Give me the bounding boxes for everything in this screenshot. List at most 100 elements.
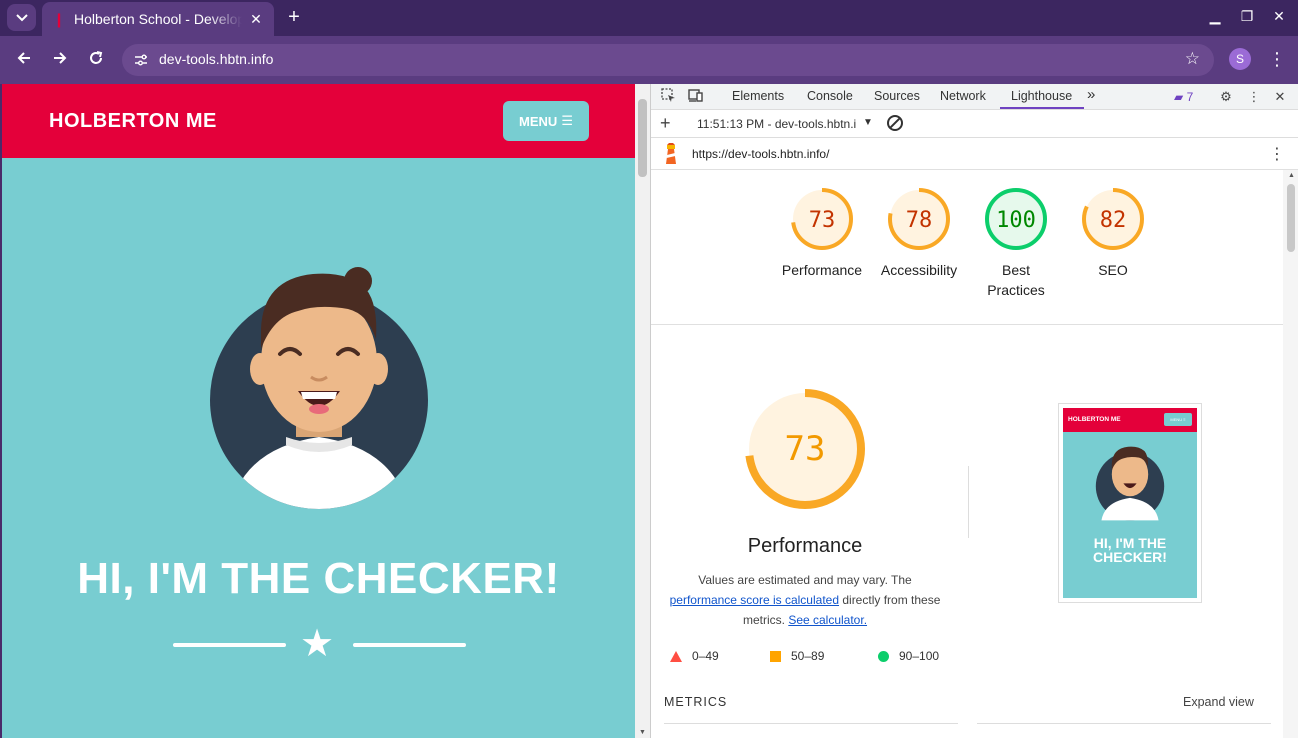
browser-menu-icon[interactable]: ⋮ <box>1268 48 1286 70</box>
menu-label: MENU <box>519 113 558 129</box>
score-gauge-seo[interactable]: 82 SEO <box>1068 186 1158 280</box>
page-scrollbar-thumb[interactable] <box>638 99 647 177</box>
back-button[interactable] <box>12 48 36 72</box>
clear-reports-icon[interactable] <box>887 115 903 131</box>
tab-sources[interactable]: Sources <box>874 89 920 103</box>
score-ring-accessibility: 78 <box>888 188 950 250</box>
triangle-icon <box>670 650 682 662</box>
new-tab-button[interactable]: + <box>282 6 306 30</box>
arrow-left-icon <box>17 52 30 64</box>
divider-line-right <box>353 643 466 647</box>
lighthouse-report: 73 Performance 78 Accessibility 100 Best Prac… <box>651 170 1283 738</box>
tab-search-button[interactable] <box>7 4 36 31</box>
final-screenshot-thumbnail[interactable]: HOLBERTON ME MENU ≡ HI, I'M THE CHECKER! <box>1058 403 1202 603</box>
close-devtools-icon[interactable]: ✕ <box>1271 88 1289 106</box>
score-value-seo: 82 <box>1100 208 1127 233</box>
devtools-scrollbar[interactable]: ▲ <box>1283 170 1298 738</box>
score-ring-best-practices: 100 <box>985 188 1047 250</box>
score-ring-seo: 82 <box>1082 188 1144 250</box>
device-toolbar-icon[interactable] <box>687 88 705 106</box>
address-bar[interactable]: dev-tools.hbtn.info ☆ <box>122 44 1214 76</box>
close-window-button[interactable]: ✕ <box>1268 8 1290 28</box>
thumbnail-page: HOLBERTON ME MENU ≡ HI, I'M THE CHECKER! <box>1063 408 1197 598</box>
legend-pass-range: 90–100 <box>899 649 940 663</box>
reload-button[interactable] <box>84 48 108 72</box>
performance-title: Performance <box>747 535 863 557</box>
metrics-rule-left <box>664 723 958 724</box>
site-info-icon[interactable] <box>130 49 152 71</box>
devtools-tab-bar: Elements Console Sources Network Lightho… <box>651 84 1298 110</box>
inspect-element-icon[interactable] <box>659 88 677 106</box>
thumbnail-title: HI, I'M THE CHECKER! <box>1093 535 1167 565</box>
score-label-performance: Performance <box>781 262 863 278</box>
issues-counter[interactable]: ▰ 7 <box>1174 90 1193 104</box>
scroll-up-arrow-icon[interactable]: ▲ <box>1288 172 1295 179</box>
score-label-best-practices: Best Practices <box>987 262 1045 298</box>
hamburger-icon: ☰ <box>561 113 573 128</box>
legend-pass: 90–100 <box>878 649 939 663</box>
performance-description: Values are estimated and may vary. The p… <box>665 570 945 630</box>
score-label-accessibility: Accessibility <box>880 262 958 278</box>
score-label-seo: SEO <box>1098 262 1128 278</box>
issue-icon: ▰ <box>1174 90 1187 104</box>
address-url: dev-tools.hbtn.info <box>159 51 274 67</box>
performance-gauge-large[interactable]: 73 <box>741 385 869 513</box>
score-gauge-performance[interactable]: 73 Performance <box>777 186 867 280</box>
desc-text-1: Values are estimated and may vary. The <box>698 573 912 587</box>
report-menu-icon[interactable]: ⋮ <box>1269 144 1285 164</box>
tab-close-icon[interactable]: ✕ <box>248 11 264 28</box>
new-report-icon[interactable]: + <box>660 113 671 133</box>
see-calculator-link[interactable]: See calculator. <box>788 613 867 627</box>
browser-tab-active[interactable]: ❙ Holberton School - Developer Tools ✕ <box>42 2 274 36</box>
thumbnail-menu: MENU ≡ <box>1164 413 1192 426</box>
score-ring-performance: 73 <box>791 188 853 250</box>
lighthouse-logo-icon <box>666 143 676 164</box>
lighthouse-url-bar: https://dev-tools.hbtn.info/ ⋮ <box>651 138 1298 170</box>
performance-score-large: 73 <box>785 429 826 469</box>
site-brand[interactable]: HOLBERTON ME <box>49 110 217 133</box>
scroll-down-arrow-icon[interactable]: ▼ <box>639 729 646 736</box>
bookmark-star-icon[interactable]: ☆ <box>1185 49 1200 69</box>
settings-gear-icon[interactable]: ⚙ <box>1217 88 1235 106</box>
forward-button[interactable] <box>48 48 72 72</box>
star-icon: ★ <box>300 623 335 665</box>
performance-score-link[interactable]: performance score is calculated <box>670 593 839 607</box>
hero-title: HI, I'M THE CHECKER! <box>77 554 560 603</box>
issues-count: 7 <box>1186 90 1194 104</box>
minimize-button[interactable]: ▁ <box>1204 8 1226 28</box>
checker-avatar-image <box>210 267 428 509</box>
web-page-viewport: HOLBERTON ME MENU ☰ HI, I'M THE CHECKER!… <box>2 84 635 738</box>
restore-button[interactable]: ❐ <box>1236 8 1258 28</box>
metrics-rule-right <box>977 723 1271 724</box>
legend-fail: 0–49 <box>670 649 719 663</box>
expand-view-button[interactable]: Expand view <box>1183 695 1254 709</box>
score-gauge-accessibility[interactable]: 78 Accessibility <box>874 186 964 280</box>
holberton-favicon-icon: ❙ <box>53 10 65 27</box>
audited-url: https://dev-tools.hbtn.info/ <box>692 147 830 161</box>
site-menu-button[interactable]: MENU ☰ <box>503 101 589 141</box>
tab-lighthouse[interactable]: Lighthouse <box>1011 89 1072 103</box>
devtools-scrollbar-thumb[interactable] <box>1287 184 1295 252</box>
vertical-separator <box>968 466 969 538</box>
arrow-right-icon <box>54 52 67 64</box>
devtools-panel: Elements Console Sources Network Lightho… <box>650 84 1298 738</box>
tab-console[interactable]: Console <box>807 89 853 103</box>
thumbnail-header: HOLBERTON ME MENU ≡ <box>1063 408 1197 432</box>
tab-elements[interactable]: Elements <box>732 89 784 103</box>
page-scrollbar[interactable]: ▼ <box>635 84 650 738</box>
tab-network[interactable]: Network <box>940 89 986 103</box>
devtools-menu-icon[interactable]: ⋮ <box>1245 88 1263 106</box>
browser-toolbar: dev-tools.hbtn.info ☆ S ⋮ <box>0 36 1298 84</box>
thumbnail-brand: HOLBERTON ME <box>1068 416 1121 423</box>
profile-avatar[interactable]: S <box>1229 48 1251 70</box>
lighthouse-toolbar: + 11:51:13 PM - dev-tools.hbtn.i ▼ <box>651 110 1298 138</box>
report-dropdown-icon[interactable]: ▼ <box>863 117 873 128</box>
report-selector[interactable]: 11:51:13 PM - dev-tools.hbtn.i <box>697 117 856 131</box>
score-value-best-practices: 100 <box>996 208 1036 233</box>
browser-tab-bar: ❙ Holberton School - Developer Tools ✕ +… <box>0 0 1298 36</box>
score-value-performance: 73 <box>809 208 836 233</box>
site-header: HOLBERTON ME MENU ☰ <box>2 84 635 158</box>
more-tabs-icon[interactable]: » <box>1087 86 1095 103</box>
score-gauge-best-practices[interactable]: 100 Best Practices <box>971 186 1061 300</box>
legend-average: 50–89 <box>770 649 824 663</box>
